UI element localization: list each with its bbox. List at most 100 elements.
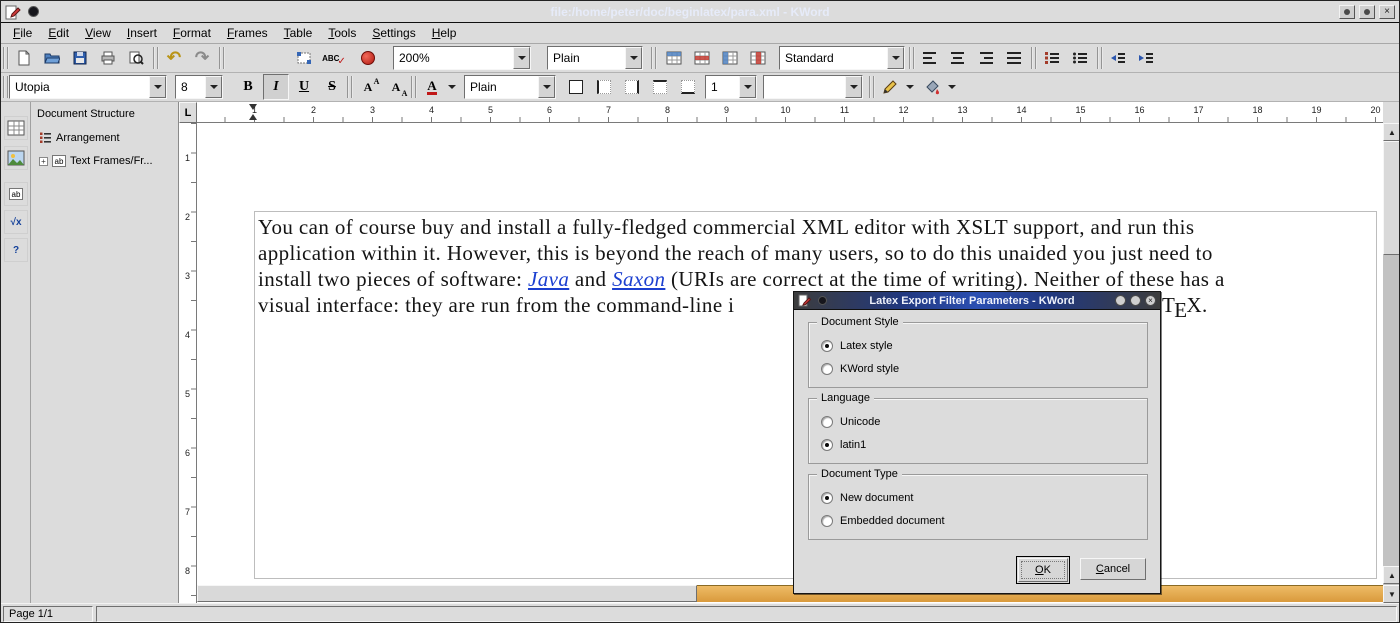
insert-picture-tool-button[interactable]	[4, 146, 28, 170]
paragraph-style-value[interactable]: Plain	[548, 47, 625, 69]
radio-icon[interactable]	[821, 340, 833, 352]
font-size-combobox[interactable]: 8	[175, 75, 223, 99]
toolbar-handle[interactable]	[3, 47, 9, 69]
menu-table[interactable]: Table	[276, 24, 321, 42]
saxon-link[interactable]: Saxon	[612, 267, 665, 291]
radio-new-document[interactable]: New document	[821, 489, 913, 507]
radio-icon[interactable]	[821, 492, 833, 504]
toolbar-handle[interactable]	[909, 47, 915, 69]
strikethrough-button[interactable]: S	[319, 74, 345, 100]
cancel-button[interactable]: Cancel	[1080, 558, 1146, 580]
menu-tools[interactable]: Tools	[320, 24, 364, 42]
vertical-scrollbar-thumb[interactable]	[1383, 141, 1400, 255]
tree-item-text-frames[interactable]: + ab Text Frames/Fr...	[39, 155, 153, 167]
insert-table-tool-button[interactable]	[4, 116, 28, 140]
dialog-close-button[interactable]: ×	[1145, 295, 1156, 306]
border-outline-button[interactable]	[563, 74, 589, 100]
horizontal-scrollbar-thumb[interactable]	[197, 585, 697, 602]
paragraph-line[interactable]: You can of course buy and install a full…	[258, 214, 1373, 240]
dialog-pin-button[interactable]	[818, 296, 827, 305]
border-width-value[interactable]: 1	[706, 76, 739, 98]
menu-format[interactable]: Format	[165, 24, 219, 42]
align-left-button[interactable]	[917, 45, 943, 71]
background-color-button[interactable]	[919, 74, 945, 100]
expand-icon[interactable]: +	[39, 157, 48, 166]
undo-button[interactable]: ↶	[161, 45, 187, 71]
delete-column-button[interactable]	[745, 45, 771, 71]
scroll-up-button-bottom[interactable]: ▲	[1383, 566, 1400, 584]
subscript-button[interactable]: AA	[383, 74, 409, 100]
border-left-button[interactable]	[591, 74, 617, 100]
insert-textframe-tool-button[interactable]: ab	[4, 182, 28, 206]
font-size-value[interactable]: 8	[176, 76, 205, 98]
toolbar-handle[interactable]	[651, 47, 657, 69]
maximize-button[interactable]	[1359, 5, 1375, 19]
border-width-combobox[interactable]: 1	[705, 75, 757, 99]
decrease-indent-button[interactable]	[1105, 45, 1131, 71]
menu-edit[interactable]: Edit	[40, 24, 77, 42]
delete-row-button[interactable]	[689, 45, 715, 71]
menu-help[interactable]: Help	[424, 24, 465, 42]
border-style-value[interactable]	[764, 76, 845, 98]
radio-embedded-document[interactable]: Embedded document	[821, 512, 945, 530]
insert-frame-button[interactable]	[291, 45, 317, 71]
redo-button[interactable]: ↷	[189, 45, 215, 71]
font-family-value[interactable]: Utopia	[10, 76, 149, 98]
radio-icon[interactable]	[821, 515, 833, 527]
scroll-up-button[interactable]: ▲	[1383, 123, 1400, 141]
radio-unicode[interactable]: Unicode	[821, 413, 880, 431]
toolbar-handle[interactable]	[347, 76, 353, 98]
first-line-indent-marker[interactable]	[249, 104, 257, 110]
radio-icon[interactable]	[821, 439, 833, 451]
radio-icon[interactable]	[821, 416, 833, 428]
horizontal-ruler[interactable]: 1234567891011121314151617181920	[197, 102, 1383, 123]
border-color-dropdown-button[interactable]	[903, 79, 916, 95]
menu-view[interactable]: View	[77, 24, 119, 42]
tab-type-selector[interactable]: L	[179, 102, 197, 123]
radio-latex-style[interactable]: Latex style	[821, 337, 893, 355]
font-family-dropdown-button[interactable]	[149, 76, 166, 98]
border-width-dropdown-button[interactable]	[739, 76, 756, 98]
font-size-dropdown-button[interactable]	[205, 76, 222, 98]
dialog-titlebar[interactable]: Latex Export Filter Parameters - KWord ×	[794, 292, 1160, 310]
radio-latin1[interactable]: latin1	[821, 436, 866, 454]
autocorrection-button[interactable]	[355, 45, 381, 71]
zoom-value[interactable]: 200%	[394, 47, 513, 69]
font-color-button[interactable]: A	[419, 74, 445, 100]
radio-icon[interactable]	[821, 363, 833, 375]
minimize-button[interactable]	[1339, 5, 1355, 19]
align-right-button[interactable]	[973, 45, 999, 71]
border-style-combobox[interactable]	[763, 75, 863, 99]
left-indent-marker[interactable]	[249, 114, 257, 120]
italic-button[interactable]: I	[263, 74, 289, 100]
toolbar-handle[interactable]	[1097, 47, 1103, 69]
menu-insert[interactable]: Insert	[119, 24, 165, 42]
numbered-list-button[interactable]	[1039, 45, 1065, 71]
align-center-button[interactable]	[945, 45, 971, 71]
character-style-value[interactable]: Plain	[465, 76, 538, 98]
bold-button[interactable]: B	[235, 74, 261, 100]
increase-indent-button[interactable]	[1133, 45, 1159, 71]
dialog-minimize-button[interactable]	[1115, 295, 1126, 306]
save-button[interactable]	[67, 45, 93, 71]
vertical-ruler[interactable]: 12345678	[179, 123, 197, 603]
titlebar[interactable]: file:/home/peter/doc/beginlatex/para.xml…	[1, 1, 1399, 23]
toolbar-handle[interactable]	[1031, 47, 1037, 69]
font-family-combobox[interactable]: Utopia	[9, 75, 167, 99]
dialog-maximize-button[interactable]	[1130, 295, 1141, 306]
sticky-pin-button[interactable]	[28, 6, 39, 17]
close-button[interactable]: ×	[1379, 5, 1395, 19]
table-style-dropdown-button[interactable]	[887, 47, 904, 69]
ok-button[interactable]: OK	[1018, 558, 1068, 582]
border-top-button[interactable]	[647, 74, 673, 100]
align-justify-button[interactable]	[1001, 45, 1027, 71]
paragraph-style-combobox[interactable]: Plain	[547, 46, 643, 70]
print-button[interactable]	[95, 45, 121, 71]
zoom-dropdown-button[interactable]	[513, 47, 530, 69]
toolbar-handle[interactable]	[153, 47, 159, 69]
toolbar-handle[interactable]	[411, 76, 417, 98]
table-style-value[interactable]: Standard	[780, 47, 887, 69]
radio-kword-style[interactable]: KWord style	[821, 360, 899, 378]
document-page[interactable]: You can of course buy and install a full…	[197, 123, 1383, 603]
border-right-button[interactable]	[619, 74, 645, 100]
